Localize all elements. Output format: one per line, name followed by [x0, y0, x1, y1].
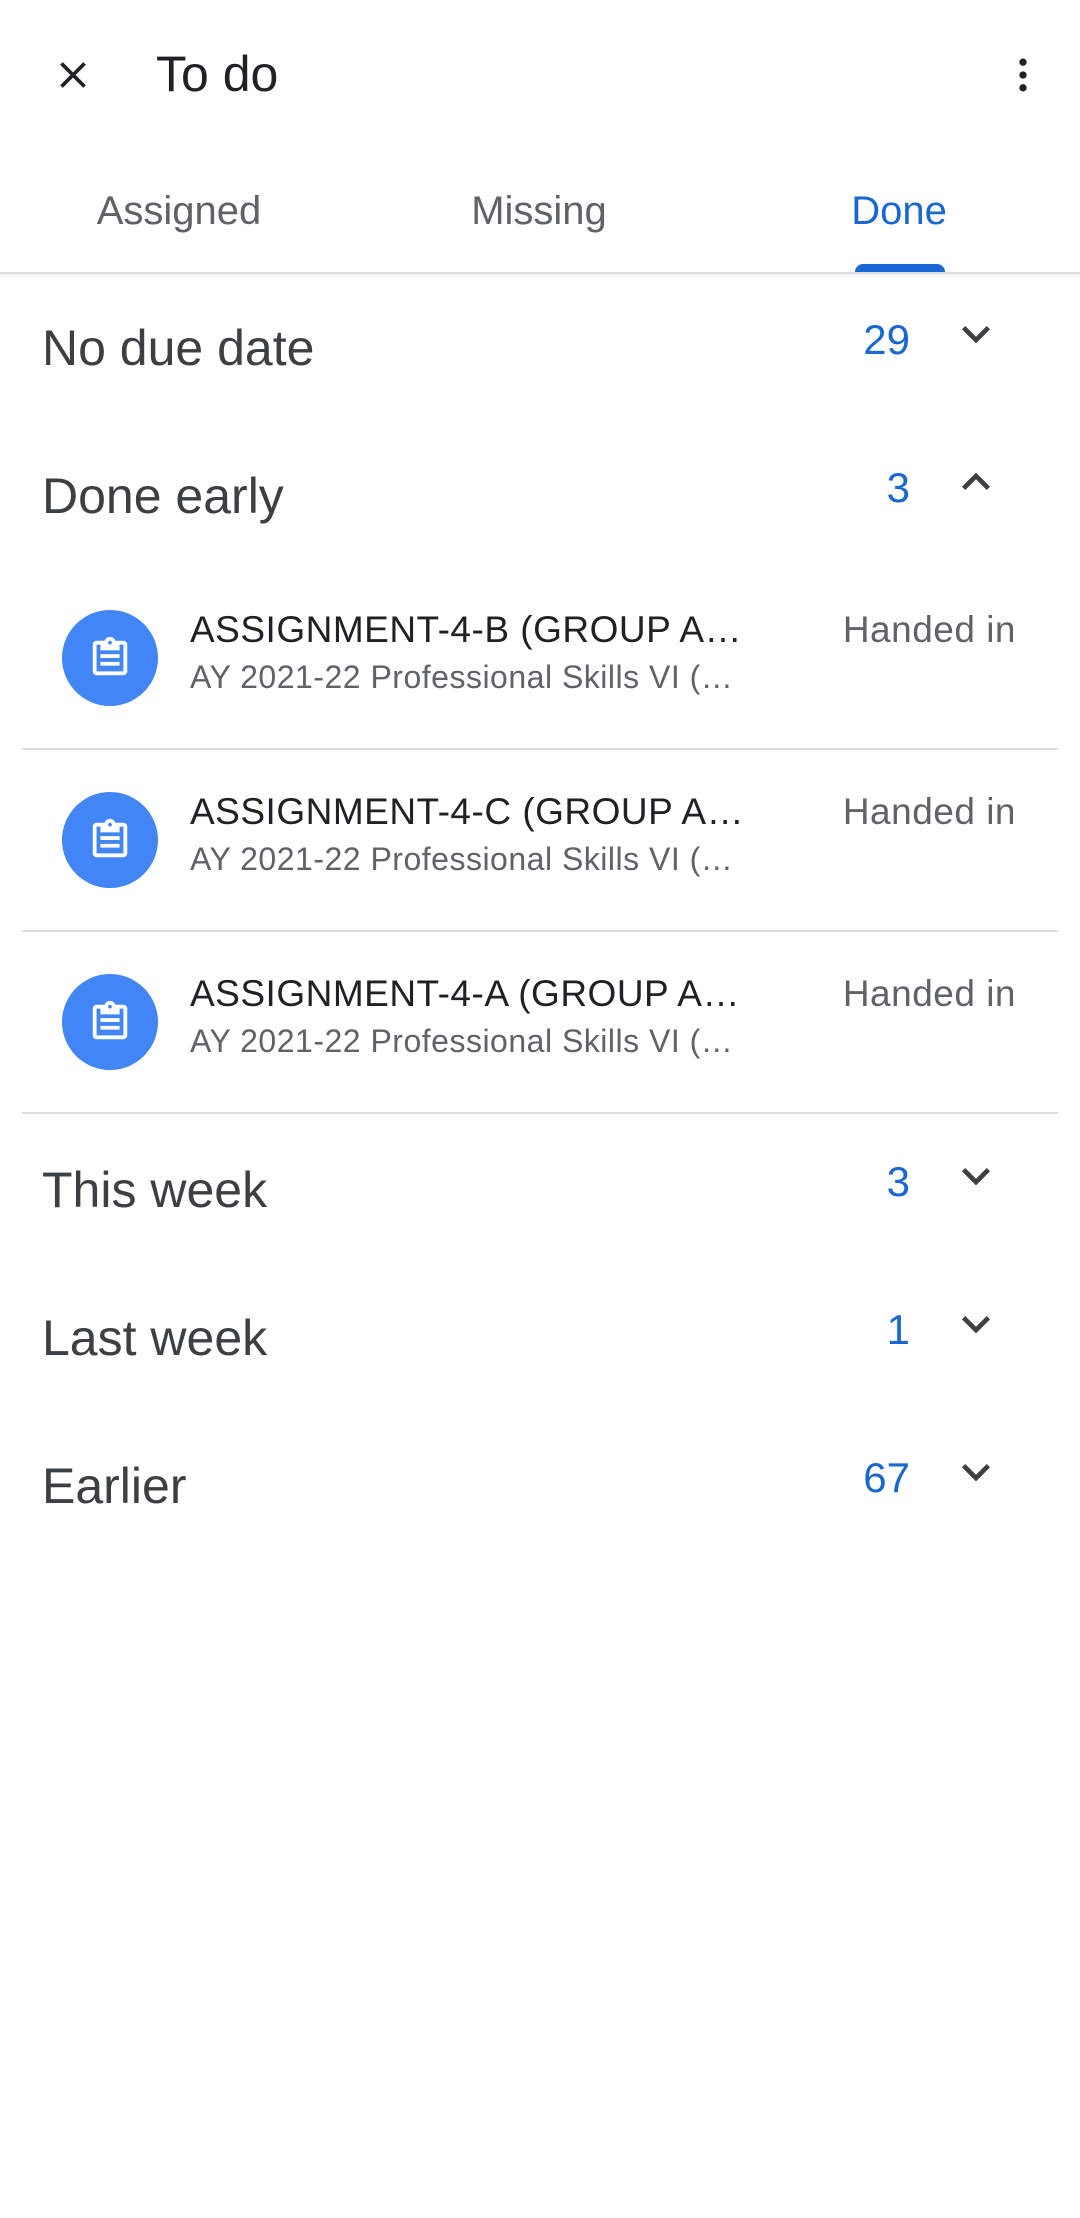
assignment-title: ASSIGNMENT-4-B (GROUP A…: [190, 609, 743, 650]
assignment-class: AY 2021-22 Professional Skills VI (…: [190, 659, 734, 695]
status-label: Handed in: [842, 609, 1016, 650]
chevron-up-icon: [944, 450, 1008, 514]
section-count: 1: [886, 1306, 910, 1353]
chevron-down-icon: [944, 1292, 1008, 1356]
assignment-class: AY 2021-22 Professional Skills VI (…: [190, 841, 734, 877]
app-bar: To do: [0, 0, 1080, 150]
section-count: 29: [863, 316, 910, 363]
section-title: Done early: [42, 468, 284, 524]
page-title: To do: [156, 46, 279, 102]
assignment-class: AY 2021-22 Professional Skills VI (…: [190, 1023, 734, 1059]
status-label: Handed in: [842, 973, 1016, 1014]
more-vert-icon: [1019, 58, 1027, 92]
tab-done[interactable]: Done: [720, 150, 1078, 272]
assignment-title: ASSIGNMENT-4-A (GROUP A…: [190, 973, 740, 1014]
section-count: 3: [886, 1158, 910, 1205]
section-title: Earlier: [42, 1458, 187, 1514]
more-options-button[interactable]: [986, 38, 1060, 112]
section-title: No due date: [42, 320, 315, 376]
section-no-due-date[interactable]: No due date 29: [0, 272, 1080, 420]
assignment-icon: [62, 792, 158, 888]
section-this-week[interactable]: This week 3: [0, 1114, 1080, 1262]
close-icon: [60, 62, 86, 88]
chevron-down-icon: [944, 302, 1008, 366]
tab-bar: Assigned Missing Done: [0, 150, 1080, 274]
chevron-down-icon: [944, 1440, 1008, 1504]
assignment-item[interactable]: ASSIGNMENT-4-A (GROUP A… AY 2021-22 Prof…: [22, 932, 1058, 1114]
assignment-icon: [62, 610, 158, 706]
chevron-down-icon: [944, 1144, 1008, 1208]
tab-label: Assigned: [96, 188, 262, 233]
section-title: Last week: [42, 1310, 268, 1366]
tab-assigned[interactable]: Assigned: [0, 150, 358, 272]
section-last-week[interactable]: Last week 1: [0, 1262, 1080, 1410]
tab-label: Missing: [471, 188, 607, 233]
section-count: 3: [886, 464, 910, 511]
section-earlier[interactable]: Earlier 67: [0, 1410, 1080, 1558]
active-tab-indicator: [855, 264, 945, 272]
assignment-icon: [62, 974, 158, 1070]
tab-missing[interactable]: Missing: [360, 150, 718, 272]
section-done-early[interactable]: Done early 3: [0, 420, 1080, 568]
assignment-title: ASSIGNMENT-4-C (GROUP A…: [190, 791, 745, 832]
assignment-item[interactable]: ASSIGNMENT-4-C (GROUP A… AY 2021-22 Prof…: [22, 750, 1058, 932]
section-title: This week: [42, 1162, 268, 1218]
tab-label: Done: [851, 188, 947, 233]
section-count: 67: [863, 1454, 910, 1501]
assignment-item[interactable]: ASSIGNMENT-4-B (GROUP A… AY 2021-22 Prof…: [22, 568, 1058, 750]
close-button[interactable]: [36, 38, 110, 112]
status-label: Handed in: [842, 791, 1016, 832]
